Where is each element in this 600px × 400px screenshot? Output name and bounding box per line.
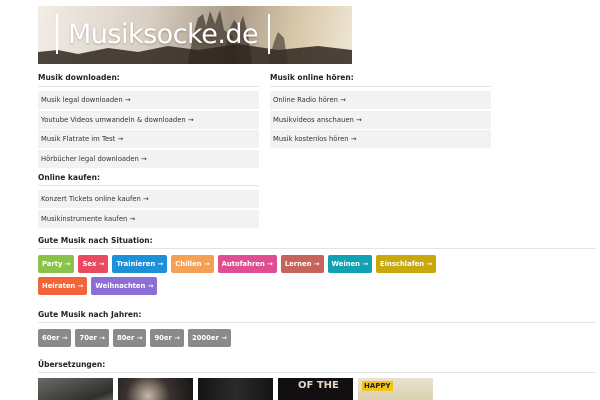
online-link-list: Online Radio hören → Musikvideos anschau… [270,91,491,150]
divider [38,86,259,87]
thumbnail-caption: HAPPY [362,381,393,391]
list-item[interactable]: Musik Flatrate im Test → [38,130,259,148]
buy-link-list: Konzert Tickets online kaufen → Musikins… [38,190,259,229]
list-item[interactable]: Konzert Tickets online kaufen → [38,190,259,208]
section-title-situation: Gute Musik nach Situation: [38,236,153,245]
section-title-translations: Übersetzungen: [38,360,106,369]
tag-button[interactable]: Autofahren → [217,255,277,273]
section-title-online: Musik online hören: [270,73,354,82]
tag-button[interactable]: Chillen → [171,255,214,273]
list-item[interactable]: Hörbücher legal downloaden → [38,149,259,168]
tag-button[interactable]: Weihnachten → [91,277,158,295]
album-cover-thumbnail[interactable]: HAPPY [358,378,433,400]
tag-button[interactable]: Trainieren → [112,255,168,273]
tag-button[interactable]: Sex → [78,255,109,273]
album-cover-thumbnail[interactable]: OF THE [278,378,353,400]
album-cover-thumbnail[interactable] [198,378,273,400]
tag-button[interactable]: Party → [38,255,75,273]
header-banner[interactable]: Musiksocke.de [38,6,352,64]
divider [38,185,259,186]
tag-button[interactable]: Heiraten → [38,277,88,295]
list-item[interactable]: Musik kostenlos hören → [270,130,491,148]
divider [38,372,596,373]
list-item[interactable]: Youtube Videos umwandeln & downloaden → [38,110,259,129]
thumbnail-caption: OF THE [298,380,339,391]
site-logo[interactable]: Musiksocke.de [56,14,271,54]
tag-button[interactable]: Weinen → [327,255,373,273]
download-link-list: Musik legal downloaden → Youtube Videos … [38,91,259,169]
list-item[interactable]: Musikinstrumente kaufen → [38,209,259,228]
tag-button[interactable]: 60er → [38,329,72,347]
album-cover-thumbnail[interactable] [38,378,113,400]
tag-button[interactable]: 70er → [75,329,109,347]
tag-button[interactable]: 2000er → [187,329,231,347]
section-title-download: Musik downloaden: [38,73,120,82]
tag-button[interactable]: 80er → [112,329,147,347]
translation-thumbnails: OF THE HAPPY [38,378,438,400]
divider [270,86,491,87]
situation-tag-list: Party → Sex → Trainieren → Chillen → Autofah… [38,255,478,299]
list-item[interactable]: Musikvideos anschauen → [270,110,491,129]
year-tag-list: 60er → 70er → 80er → 90er → 2000er → [38,329,478,351]
divider [38,248,596,249]
tag-button[interactable]: Lernen → [280,255,324,273]
divider [38,322,596,323]
tag-button[interactable]: 90er → [150,329,184,347]
tag-button[interactable]: Einschlafen → [376,255,437,273]
list-item[interactable]: Musik legal downloaden → [38,91,259,109]
list-item[interactable]: Online Radio hören → [270,91,491,109]
section-title-buy: Online kaufen: [38,173,100,182]
album-cover-thumbnail[interactable] [118,378,193,400]
section-title-years: Gute Musik nach Jahren: [38,310,142,319]
